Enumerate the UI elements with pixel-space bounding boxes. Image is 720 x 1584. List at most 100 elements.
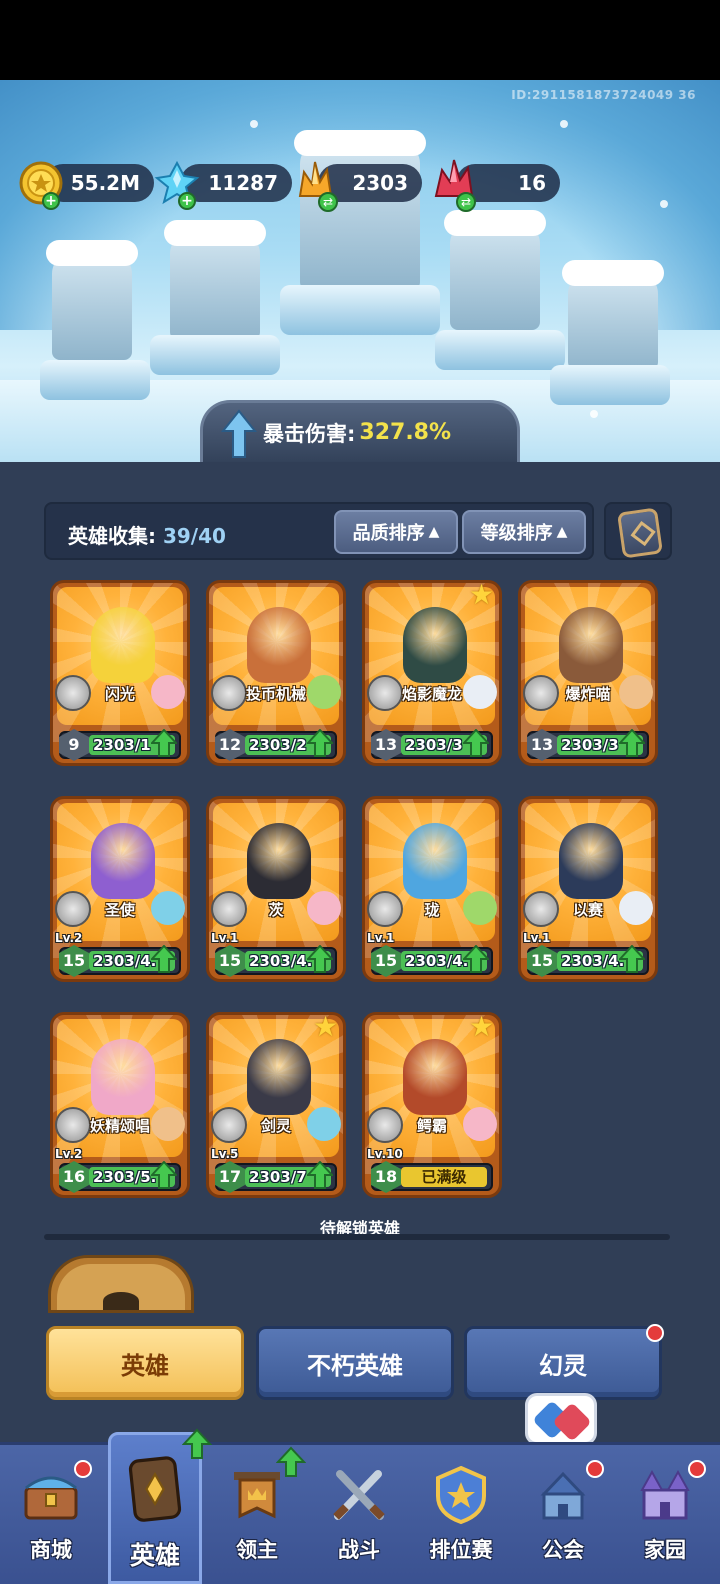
crystal-value: 11287 <box>208 171 278 195</box>
hero-card-icon <box>128 1456 182 1522</box>
shard-progress-text: 2303/4. <box>561 952 625 970</box>
hero-name: 圣使 <box>104 901 135 919</box>
crit-damage-value: 327.8% <box>359 420 452 445</box>
gear-level: Lv.10 <box>367 1147 403 1161</box>
hero-progress: 13 2303/3 <box>527 729 649 761</box>
hero-progress: 18 已满级 <box>371 1161 493 1193</box>
maxed-label: 已满级 <box>401 1167 487 1187</box>
handshake-icon[interactable] <box>525 1393 597 1445</box>
hero-card[interactable]: 妖精颂唱 Lv.2 16 2303/5. <box>50 1012 190 1198</box>
exchange-amber-button[interactable]: ⇄ <box>318 192 338 212</box>
nav-battle-label: 战斗 <box>338 1538 380 1562</box>
card-deck-icon <box>616 507 664 559</box>
hero-portrait <box>403 607 467 683</box>
upgrade-arrow-icon[interactable] <box>307 1161 333 1189</box>
upgrade-arrow-icon[interactable] <box>307 945 333 973</box>
nav-lord[interactable]: 领主 <box>206 1442 308 1584</box>
collection-count: 39/40 <box>162 524 226 548</box>
hero-card[interactable]: 鳄霸 Lv.10 ★ 18 已满级 <box>362 1012 502 1198</box>
nav-home-label: 家园 <box>644 1538 686 1562</box>
shard-progress-text: 2303/1 <box>93 736 151 754</box>
upgrade-arrow-icon[interactable] <box>463 729 489 757</box>
hero-portrait <box>91 823 155 899</box>
nav-ranked[interactable]: 排位赛 <box>410 1442 512 1584</box>
shard-progress-text: 2303/3 <box>405 736 463 754</box>
statue-pedestal <box>40 360 150 400</box>
collection-title: 英雄收集: <box>68 524 156 548</box>
hero-level: 15 <box>59 945 89 977</box>
statue-pedestal <box>550 365 670 405</box>
gear-level: Lv.1 <box>367 931 395 945</box>
hero-name: 投币机械 <box>245 685 306 703</box>
crit-damage-bar: 暴击伤害: 327.8% <box>200 400 520 462</box>
hero-level: 13 <box>371 729 401 761</box>
upgrade-arrow-icon[interactable] <box>619 729 645 757</box>
triangle-up-icon: ▲ <box>428 524 440 540</box>
home-castle-icon <box>640 1469 690 1520</box>
nav-battle[interactable]: 战斗 <box>308 1442 410 1584</box>
collection-label: 英雄收集: 39/40 <box>68 520 226 549</box>
hero-card[interactable]: 爆炸喵 13 2303/3 <box>518 580 658 766</box>
hero-level: 15 <box>527 945 557 977</box>
nav-guild[interactable]: 公会 <box>512 1442 614 1584</box>
upgrade-arrow-icon[interactable] <box>307 729 333 757</box>
hero-progress: 17 2303/7 <box>215 1161 337 1193</box>
hero-card[interactable]: 投币机械 12 2303/2 <box>206 580 346 766</box>
sort-by-quality-button[interactable]: 品质排序 ▲ <box>334 510 458 554</box>
hero-portrait <box>247 1039 311 1115</box>
nav-home[interactable]: 家园 <box>614 1442 716 1584</box>
sort-by-level-button[interactable]: 等级排序 ▲ <box>462 510 586 554</box>
hero-card[interactable]: 珑 Lv.1 15 2303/4. <box>362 796 502 982</box>
shard-progress-text: 2303/5. <box>93 1168 157 1186</box>
hero-level: 15 <box>215 945 245 977</box>
nav-ranked-label: 排位赛 <box>429 1538 493 1562</box>
shard-progress-text: 2303/4. <box>93 952 157 970</box>
player-id: ID:2911581873724049 36 <box>511 88 696 102</box>
hero-card[interactable]: 剑灵 Lv.5 ★ 17 2303/7 <box>206 1012 346 1198</box>
shop-chest-icon <box>24 1476 78 1520</box>
hero-level: 9 <box>59 729 89 761</box>
amber-value: 2303 <box>352 171 408 195</box>
section-divider <box>44 1234 670 1240</box>
deck-button[interactable] <box>604 502 672 560</box>
hero-card[interactable]: 茨 Lv.1 15 2303/4. <box>206 796 346 982</box>
hero-level: 16 <box>59 1161 89 1193</box>
locked-hero-card[interactable] <box>48 1255 194 1313</box>
statue-pedestal <box>150 335 280 375</box>
upgrade-arrow-icon[interactable] <box>151 945 177 973</box>
hero-portrait <box>91 1039 155 1115</box>
add-gold-button[interactable]: + <box>42 192 60 210</box>
hero-name: 珑 <box>424 901 440 919</box>
nav-heroes[interactable]: 英雄 <box>104 1428 212 1584</box>
tab-heroes[interactable]: 英雄 <box>46 1326 244 1400</box>
shard-progress-text: 2303/7 <box>249 1168 307 1186</box>
statue-pedestal <box>280 285 440 335</box>
shard-progress-text: 2303/3 <box>561 736 619 754</box>
upgrade-arrow-icon[interactable] <box>463 945 489 973</box>
hero-progress: 15 2303/4. <box>371 945 493 977</box>
hero-card[interactable]: 闪光 9 2303/1 <box>50 580 190 766</box>
hero-silhouette <box>103 1292 139 1310</box>
tab-phantoms[interactable]: 幻灵 <box>464 1326 662 1400</box>
sort-quality-label: 品质排序 <box>352 523 425 544</box>
nav-heroes-label: 英雄 <box>129 1541 180 1570</box>
ice-statue <box>164 220 266 340</box>
upgrade-arrow-icon[interactable] <box>151 1161 177 1189</box>
hero-card[interactable]: 焰影魔龙 ★ 13 2303/3 <box>362 580 502 766</box>
hero-progress: 12 2303/2 <box>215 729 337 761</box>
hero-card[interactable]: 以赛 Lv.1 15 2303/4. <box>518 796 658 982</box>
upgrade-arrow-icon[interactable] <box>151 729 177 757</box>
exchange-ruby-button[interactable]: ⇄ <box>456 192 476 212</box>
gear-level: Lv.2 <box>55 931 83 945</box>
hero-level: 17 <box>215 1161 245 1193</box>
snowflake <box>250 120 258 128</box>
shard-progress-text: 2303/2 <box>249 736 307 754</box>
hero-level: 12 <box>215 729 245 761</box>
nav-shop[interactable]: 商城 <box>0 1442 102 1584</box>
tab-immortal-heroes[interactable]: 不朽英雄 <box>256 1326 454 1400</box>
ice-statue <box>46 240 138 360</box>
upgrade-arrow-icon[interactable] <box>619 945 645 973</box>
add-crystal-button[interactable]: + <box>178 192 196 210</box>
hero-progress: 15 2303/4. <box>527 945 649 977</box>
hero-card[interactable]: 圣使 Lv.2 15 2303/4. <box>50 796 190 982</box>
